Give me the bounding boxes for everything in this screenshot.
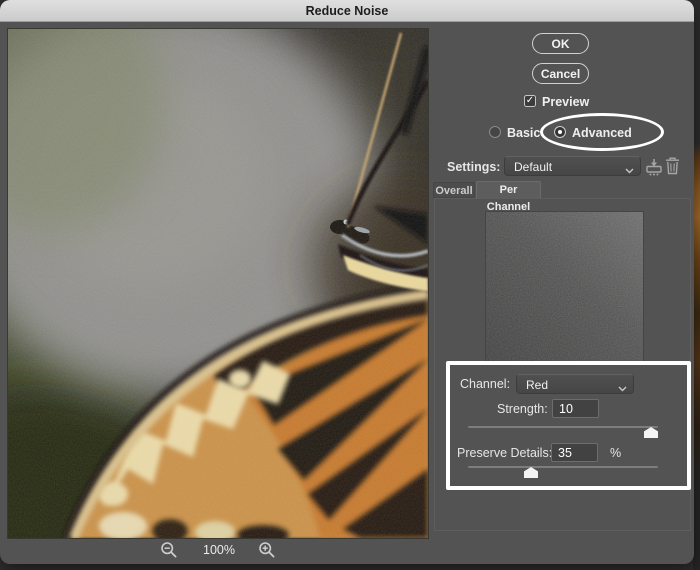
strength-label: Strength: xyxy=(497,402,548,416)
channel-noise-thumbnail[interactable] xyxy=(485,211,644,363)
preview-label: Preview xyxy=(542,95,590,109)
tab-overall[interactable]: Overall xyxy=(433,182,475,198)
channel-dropdown[interactable]: Red xyxy=(516,374,634,394)
basic-label[interactable]: Basic xyxy=(507,126,540,140)
checkmark-icon: ✓ xyxy=(525,95,535,106)
chevron-down-icon xyxy=(625,163,634,177)
settings-label: Settings: xyxy=(447,160,501,174)
ok-button[interactable]: OK xyxy=(532,33,589,54)
trash-icon xyxy=(666,157,679,175)
settings-dropdown-value: Default xyxy=(514,160,553,174)
basic-radio[interactable] xyxy=(489,126,501,138)
dialog-title: Reduce Noise xyxy=(305,4,389,18)
percent-label: % xyxy=(610,446,622,460)
tab-per-channel[interactable]: Per Channel xyxy=(476,181,541,213)
background-photo-sliver xyxy=(693,0,700,570)
advanced-label[interactable]: Advanced xyxy=(572,126,632,140)
save-preset-icon xyxy=(646,159,662,176)
cancel-button[interactable]: Cancel xyxy=(532,63,589,84)
advanced-radio[interactable] xyxy=(554,126,566,138)
strength-input[interactable] xyxy=(552,399,599,418)
zoom-in-icon xyxy=(259,542,275,558)
strength-slider-track[interactable] xyxy=(468,426,658,428)
butterfly-preview-image xyxy=(8,29,428,538)
reduce-noise-dialog: Reduce Noise 100% OK Cancel ✓ Preview Ba… xyxy=(0,0,694,564)
channel-dropdown-value: Red xyxy=(526,378,549,392)
chevron-down-icon xyxy=(618,381,627,395)
preserve-details-slider-track[interactable] xyxy=(468,466,658,468)
zoom-out-button[interactable] xyxy=(160,541,178,559)
channel-label: Channel: xyxy=(460,377,511,391)
save-preset-button[interactable] xyxy=(645,158,663,176)
radio-dot xyxy=(558,130,562,134)
zoom-in-button[interactable] xyxy=(258,541,276,559)
preserve-details-label: Preserve Details: xyxy=(457,446,553,460)
zoom-out-icon xyxy=(161,542,177,558)
settings-dropdown[interactable]: Default xyxy=(504,156,641,176)
image-preview[interactable] xyxy=(7,28,429,539)
delete-preset-button[interactable] xyxy=(665,157,680,175)
dialog-titlebar[interactable]: Reduce Noise xyxy=(0,0,694,22)
noise-preview-image xyxy=(486,212,643,362)
preview-checkbox[interactable]: ✓ xyxy=(524,95,536,107)
screen: Reduce Noise 100% OK Cancel ✓ Preview Ba… xyxy=(0,0,700,570)
zoom-level[interactable]: 100% xyxy=(194,543,244,557)
preserve-details-input[interactable] xyxy=(551,443,598,462)
